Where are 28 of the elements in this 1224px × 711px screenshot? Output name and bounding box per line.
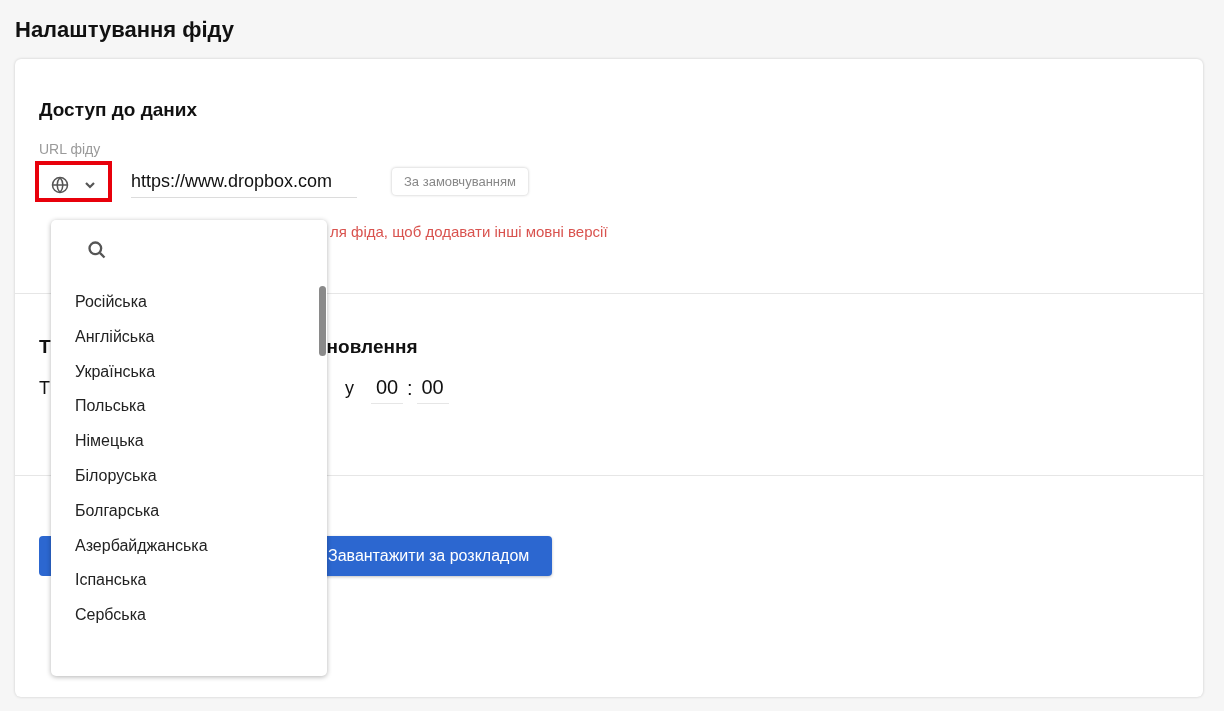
language-selector[interactable] [35, 161, 112, 202]
search-icon[interactable] [87, 240, 107, 260]
language-option[interactable]: Російська [51, 289, 311, 324]
minutes-input[interactable]: 00 [416, 372, 449, 404]
hint-text: ля фіда, щоб додавати інші мовні версії [330, 222, 608, 242]
page-title: Налаштування фіду [15, 16, 235, 44]
row-label: Т [39, 376, 50, 400]
language-option[interactable]: Білоруська [51, 463, 311, 498]
time-separator: : [407, 376, 413, 401]
section-title: Доступ до даних [39, 98, 198, 122]
section-title: Т [39, 334, 51, 359]
language-option[interactable]: Азербайджанська [51, 532, 311, 568]
language-option[interactable]: Болгарська [51, 497, 311, 533]
language-option[interactable]: Польська [51, 393, 311, 429]
language-option[interactable]: Українська [51, 358, 311, 394]
language-option[interactable]: Англійська [51, 323, 311, 359]
language-option[interactable]: Сербська [51, 602, 311, 637]
section-title: новлення [326, 334, 418, 359]
language-option[interactable]: Іспанська [51, 567, 311, 603]
language-option[interactable]: Німецька [51, 428, 311, 463]
field-label: URL фіду [39, 140, 101, 158]
scrollbar-thumb[interactable] [319, 286, 326, 356]
hours-input[interactable]: 00 [371, 372, 403, 404]
chevron-down-icon [84, 179, 96, 190]
default-badge[interactable]: За замовчуванням [392, 167, 528, 196]
globe-icon [51, 175, 69, 194]
url-input[interactable]: https://www.dropbox.com [131, 165, 357, 198]
row-label: у [345, 376, 354, 400]
